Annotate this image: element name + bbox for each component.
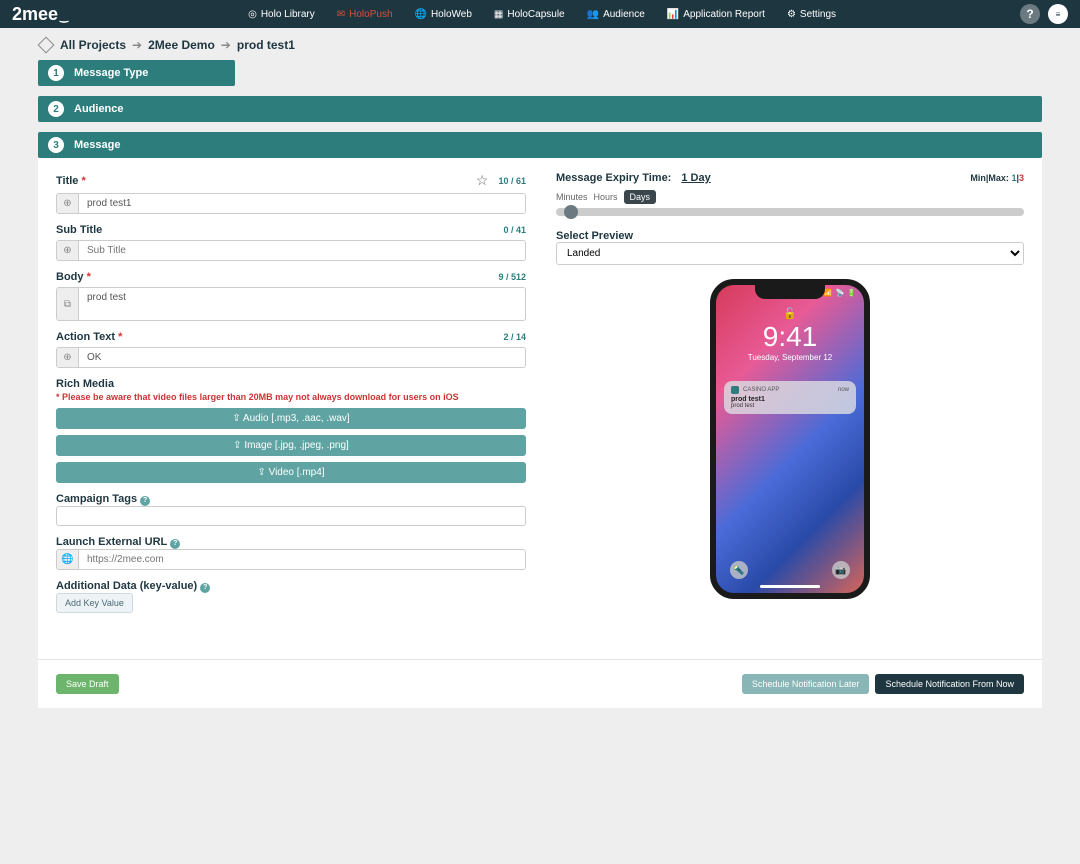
nav-holo-library[interactable]: ◎ Holo Library bbox=[248, 9, 315, 20]
globe-icon: 🌐 bbox=[57, 550, 79, 569]
main-nav: ◎ Holo Library ✉ HoloPush 🌐 HoloWeb ▦ Ho… bbox=[248, 9, 836, 20]
phone-date: Tuesday, September 12 bbox=[716, 353, 864, 362]
preview-label: Select Preview bbox=[556, 230, 1024, 242]
home-bar bbox=[760, 585, 820, 588]
expiry-label: Message Expiry Time: bbox=[556, 172, 671, 184]
save-draft-button[interactable]: Save Draft bbox=[56, 674, 119, 694]
camera-icon: 📷 bbox=[832, 561, 850, 579]
step-number-icon: 1 bbox=[48, 65, 64, 81]
subtitle-input[interactable] bbox=[79, 241, 525, 260]
nav-holopush[interactable]: ✉ HoloPush bbox=[337, 9, 393, 20]
kv-label: Additional Data (key-value)? bbox=[56, 580, 526, 593]
expiry-slider[interactable] bbox=[556, 208, 1024, 216]
tags-label: Campaign Tags? bbox=[56, 493, 526, 506]
step-2-header[interactable]: 2 Audience bbox=[38, 96, 1042, 122]
phone-notch bbox=[755, 285, 825, 299]
title-counter: 10 / 61 bbox=[498, 176, 526, 186]
info-icon[interactable]: ? bbox=[140, 496, 150, 506]
notif-app: CASINO APP bbox=[743, 387, 779, 393]
info-icon[interactable]: ? bbox=[200, 583, 210, 593]
phone-time: 9:41 bbox=[716, 321, 864, 353]
minmax-label: Min|Max: 1|3 bbox=[970, 173, 1024, 183]
subtitle-counter: 0 / 41 bbox=[503, 225, 526, 235]
step-3-header[interactable]: 3 Message bbox=[38, 132, 1042, 158]
body-counter: 9 / 512 bbox=[498, 272, 526, 282]
title-label: Title * bbox=[56, 175, 86, 187]
body-input[interactable]: prod test bbox=[79, 288, 525, 320]
video-upload-button[interactable]: ⇪ Video [.mp4] bbox=[56, 462, 526, 483]
copy-icon: ⧉ bbox=[57, 288, 79, 320]
topbar: 2mee‿ ◎ Holo Library ✉ HoloPush 🌐 HoloWe… bbox=[0, 0, 1080, 28]
nav-settings[interactable]: ⚙ Settings bbox=[787, 9, 836, 20]
help-icon[interactable]: ? bbox=[1020, 4, 1040, 24]
unit-minutes[interactable]: Minutes bbox=[556, 192, 588, 202]
status-icons: 📶📡🔋 bbox=[824, 289, 856, 297]
audio-upload-button[interactable]: ⇪ Audio [.mp3, .aac, .wav] bbox=[56, 408, 526, 429]
nav-app-report[interactable]: 📊 Application Report bbox=[667, 9, 765, 20]
step-number-icon: 2 bbox=[48, 101, 64, 117]
image-upload-button[interactable]: ⇪ Image [.jpg, .jpeg, .png] bbox=[56, 435, 526, 456]
crumb-mid[interactable]: 2Mee Demo bbox=[148, 38, 215, 52]
unit-days[interactable]: Days bbox=[624, 190, 657, 204]
add-keyvalue-button[interactable]: Add Key Value bbox=[56, 593, 133, 613]
schedule-now-button[interactable]: Schedule Notification From Now bbox=[875, 674, 1024, 694]
crumb-leaf: prod test1 bbox=[237, 38, 295, 52]
action-counter: 2 / 14 bbox=[503, 332, 526, 342]
step-2-label: Audience bbox=[74, 103, 124, 115]
brand-logo: 2mee‿ bbox=[12, 4, 68, 25]
avatar[interactable]: ≡ bbox=[1048, 4, 1068, 24]
schedule-later-button[interactable]: Schedule Notification Later bbox=[742, 674, 870, 694]
unit-hours[interactable]: Hours bbox=[594, 192, 618, 202]
slider-knob[interactable] bbox=[564, 205, 578, 219]
lock-icon: 🔓 bbox=[783, 307, 797, 320]
url-label: Launch External URL? bbox=[56, 536, 526, 549]
step-1-label: Message Type bbox=[74, 67, 148, 79]
action-label: Action Text * bbox=[56, 331, 122, 343]
title-input[interactable] bbox=[79, 194, 525, 213]
step-number-icon: 3 bbox=[48, 137, 64, 153]
nav-audience[interactable]: 👥 Audience bbox=[587, 9, 645, 20]
cube-icon bbox=[38, 37, 55, 54]
media-note: * Please be aware that video files large… bbox=[56, 392, 526, 402]
media-label: Rich Media bbox=[56, 378, 526, 390]
globe-icon: ⊕ bbox=[57, 194, 79, 213]
star-icon[interactable]: ☆ bbox=[476, 172, 489, 189]
breadcrumb: All Projects ➔ 2Mee Demo ➔ prod test1 bbox=[0, 28, 1080, 60]
notif-title: prod test1 bbox=[731, 396, 849, 403]
preview-select[interactable]: Landed bbox=[556, 242, 1024, 265]
info-icon[interactable]: ? bbox=[170, 539, 180, 549]
tags-input[interactable] bbox=[56, 506, 526, 526]
body-label: Body * bbox=[56, 271, 91, 283]
notif-body: prod test bbox=[731, 403, 849, 409]
chevron-right-icon: ➔ bbox=[221, 38, 231, 52]
globe-icon: ⊕ bbox=[57, 348, 79, 367]
notification-card: CASINO APP now prod test1 prod test bbox=[724, 381, 856, 414]
step-1-header[interactable]: 1 Message Type bbox=[38, 60, 235, 86]
app-icon bbox=[731, 386, 739, 394]
action-input[interactable] bbox=[79, 348, 525, 367]
chevron-right-icon: ➔ bbox=[132, 38, 142, 52]
notif-when: now bbox=[838, 387, 849, 393]
crumb-root[interactable]: All Projects bbox=[60, 38, 126, 52]
step-3-label: Message bbox=[74, 139, 120, 151]
url-input[interactable] bbox=[79, 550, 525, 569]
nav-holocapsule[interactable]: ▦ HoloCapsule bbox=[494, 9, 565, 20]
flashlight-icon: 🔦 bbox=[730, 561, 748, 579]
phone-preview: 📶📡🔋 🔓 9:41 Tuesday, September 12 CASINO … bbox=[710, 279, 870, 599]
globe-icon: ⊕ bbox=[57, 241, 79, 260]
expiry-value: 1 Day bbox=[681, 172, 710, 184]
subtitle-label: Sub Title bbox=[56, 224, 102, 236]
nav-holoweb[interactable]: 🌐 HoloWeb bbox=[415, 9, 472, 20]
